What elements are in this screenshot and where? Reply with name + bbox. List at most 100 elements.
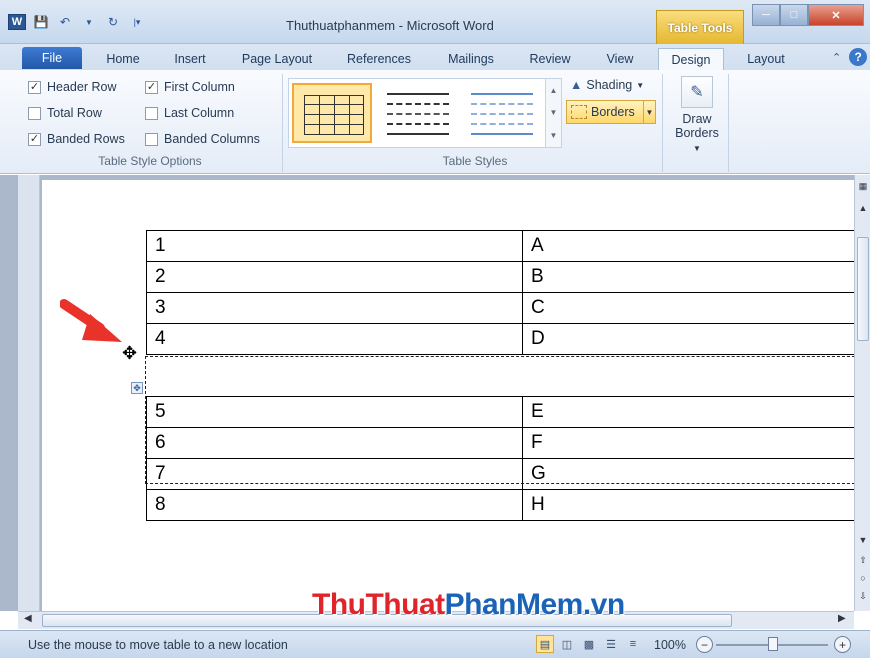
table-row[interactable]: 7G bbox=[146, 458, 870, 490]
dropdown-arrow-icon[interactable]: ▼ bbox=[80, 14, 98, 30]
table-cell[interactable]: 7 bbox=[146, 458, 523, 490]
scroll-right-icon[interactable]: ▶ bbox=[838, 613, 846, 624]
window-controls: ─ □ ✕ bbox=[752, 4, 864, 26]
scroll-left-icon[interactable]: ◀ bbox=[24, 613, 32, 624]
ruler-toggle-icon[interactable]: ▦ bbox=[855, 181, 870, 192]
table-cell[interactable]: 6 bbox=[146, 427, 523, 459]
zoom-in-icon[interactable]: + bbox=[834, 636, 851, 653]
vertical-scrollbar[interactable]: ▦ ▲ ▼ ⇧ ○ ⇩ bbox=[854, 175, 870, 611]
table-cell[interactable]: G bbox=[522, 458, 870, 490]
banded-columns-option[interactable]: Banded Columns bbox=[145, 132, 260, 146]
total-row-checkbox[interactable] bbox=[28, 106, 41, 120]
borders-dropdown-icon[interactable]: ▼ bbox=[643, 101, 655, 123]
table-cell[interactable]: 8 bbox=[146, 489, 523, 521]
first-column-checkbox[interactable]: ✓ bbox=[145, 80, 158, 94]
table-row[interactable]: 1A bbox=[146, 230, 870, 262]
total-row-option[interactable]: Total Row bbox=[28, 106, 102, 120]
tab-mailings[interactable]: Mailings bbox=[436, 48, 506, 70]
customize-qat-icon[interactable]: |▾ bbox=[128, 14, 146, 30]
scroll-down-icon[interactable]: ▼ bbox=[855, 535, 870, 545]
scroll-thumb[interactable] bbox=[857, 237, 869, 341]
document-table[interactable]: 1A 2B 3C 4D 5E 6F 7G 8H bbox=[146, 230, 870, 521]
table-cell[interactable]: 1 bbox=[146, 230, 523, 262]
close-icon[interactable]: ✕ bbox=[808, 4, 864, 26]
table-cell[interactable]: A bbox=[522, 230, 870, 262]
tab-design[interactable]: Design bbox=[658, 48, 724, 70]
shading-label: Shading bbox=[586, 78, 633, 92]
borders-label: Borders bbox=[591, 105, 635, 119]
tab-references[interactable]: References bbox=[336, 48, 422, 70]
shading-button[interactable]: ▲ Shading ▼ bbox=[570, 78, 644, 92]
window-title: Thuthuatphanmem - Microsoft Word bbox=[286, 18, 494, 33]
table-row[interactable]: 3C bbox=[146, 292, 870, 324]
maximize-icon[interactable]: □ bbox=[780, 4, 808, 26]
borders-button[interactable]: Borders ▼ bbox=[566, 100, 656, 124]
table-cell[interactable]: E bbox=[522, 396, 870, 428]
table-gap-cell bbox=[146, 354, 523, 397]
table-style-plain-thumbnail[interactable] bbox=[377, 83, 457, 143]
table-cell[interactable]: 3 bbox=[146, 292, 523, 324]
table-cell[interactable]: H bbox=[522, 489, 870, 521]
full-screen-reading-icon[interactable]: ◫ bbox=[558, 635, 576, 653]
table-row[interactable]: 2B bbox=[146, 261, 870, 293]
table-cell[interactable]: D bbox=[522, 323, 870, 355]
table-style-grid-thumbnail[interactable] bbox=[292, 83, 372, 143]
table-move-handle-icon[interactable]: ✥ bbox=[131, 382, 143, 394]
zoom-level[interactable]: 100% bbox=[654, 638, 686, 652]
watermark-logo: ThuThuatPhanMem.vn bbox=[312, 588, 625, 622]
next-page-icon[interactable]: ⇩ bbox=[855, 591, 870, 602]
tab-view[interactable]: View bbox=[594, 48, 646, 70]
previous-page-icon[interactable]: ⇧ bbox=[855, 555, 870, 566]
first-column-label: First Column bbox=[164, 80, 235, 94]
tab-home[interactable]: Home bbox=[96, 48, 150, 70]
table-row[interactable]: 4D bbox=[146, 323, 870, 355]
zoom-out-icon[interactable]: − bbox=[696, 636, 713, 653]
draw-borders-label-2-text: Borders bbox=[675, 126, 719, 140]
minimize-ribbon-icon[interactable]: ⌃ bbox=[832, 51, 841, 64]
redo-icon[interactable]: ↻ bbox=[104, 14, 122, 30]
table-cell[interactable]: C bbox=[522, 292, 870, 324]
undo-icon[interactable]: ↶ bbox=[56, 14, 74, 30]
gallery-down-icon[interactable]: ▼ bbox=[550, 108, 558, 117]
browse-object-icon[interactable]: ○ bbox=[855, 573, 870, 583]
first-column-option[interactable]: ✓ First Column bbox=[145, 80, 235, 94]
table-cell[interactable]: F bbox=[522, 427, 870, 459]
word-app-icon[interactable]: W bbox=[8, 14, 26, 30]
tab-layout[interactable]: Layout bbox=[736, 48, 796, 70]
help-icon[interactable]: ? bbox=[849, 48, 868, 66]
watermark-part1: ThuThuat bbox=[312, 588, 445, 621]
banded-rows-option[interactable]: ✓ Banded Rows bbox=[28, 132, 125, 146]
minimize-icon[interactable]: ─ bbox=[752, 4, 780, 26]
last-column-option[interactable]: Last Column bbox=[145, 106, 234, 120]
banded-columns-checkbox[interactable] bbox=[145, 132, 158, 146]
last-column-checkbox[interactable] bbox=[145, 106, 158, 120]
header-row-checkbox[interactable]: ✓ bbox=[28, 80, 41, 94]
draft-view-icon[interactable]: ≡ bbox=[624, 635, 642, 653]
outline-view-icon[interactable]: ☰ bbox=[602, 635, 620, 653]
table-cell[interactable]: 2 bbox=[146, 261, 523, 293]
table-cell[interactable]: B bbox=[522, 261, 870, 293]
table-row[interactable]: 5E bbox=[146, 396, 870, 428]
tab-insert[interactable]: Insert bbox=[162, 48, 218, 70]
draw-borders-button[interactable]: ✎ Draw Borders ▼ bbox=[672, 76, 722, 154]
tab-file[interactable]: File bbox=[22, 47, 82, 69]
table-cell[interactable]: 4 bbox=[146, 323, 523, 355]
print-layout-view-icon[interactable]: ▤ bbox=[536, 635, 554, 653]
table-row[interactable]: 8H bbox=[146, 489, 870, 521]
tab-review[interactable]: Review bbox=[520, 48, 580, 70]
table-style-light-thumbnail[interactable] bbox=[461, 83, 541, 143]
banded-rows-checkbox[interactable]: ✓ bbox=[28, 132, 41, 146]
gallery-more-icon[interactable]: ▼ bbox=[550, 131, 558, 140]
table-row[interactable]: 6F bbox=[146, 427, 870, 459]
grid-style-preview bbox=[304, 95, 364, 135]
web-layout-icon[interactable]: ▩ bbox=[580, 635, 598, 653]
table-cell[interactable]: 5 bbox=[146, 396, 523, 428]
header-row-option[interactable]: ✓ Header Row bbox=[28, 80, 116, 94]
zoom-slider-knob[interactable] bbox=[768, 637, 778, 651]
scroll-up-icon[interactable]: ▲ bbox=[855, 203, 870, 213]
table-styles-group-label: Table Styles bbox=[442, 154, 508, 168]
save-icon[interactable]: 💾 bbox=[32, 14, 50, 30]
gallery-up-icon[interactable]: ▲ bbox=[550, 86, 558, 95]
watermark-part2: PhanMem bbox=[444, 588, 584, 621]
tab-page-layout[interactable]: Page Layout bbox=[232, 48, 322, 70]
